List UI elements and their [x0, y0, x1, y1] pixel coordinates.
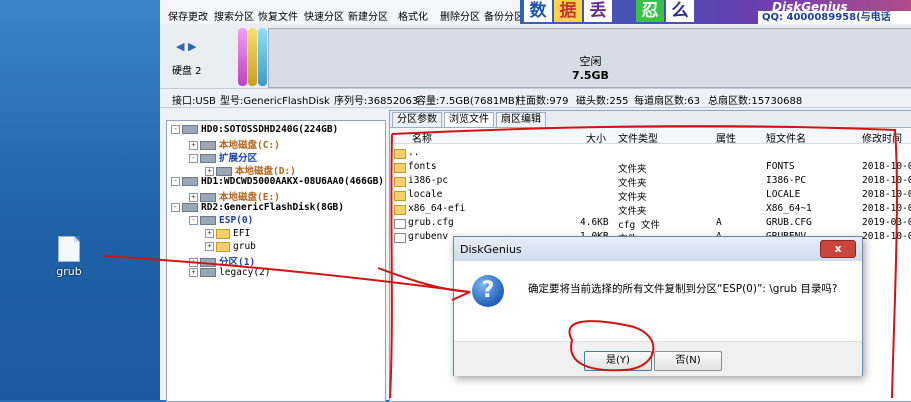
annotation-box: [389, 125, 898, 399]
red-ink-annotations: [103, 125, 898, 399]
annotation-arrow: [103, 255, 471, 293]
annotation-circle: [568, 320, 655, 372]
